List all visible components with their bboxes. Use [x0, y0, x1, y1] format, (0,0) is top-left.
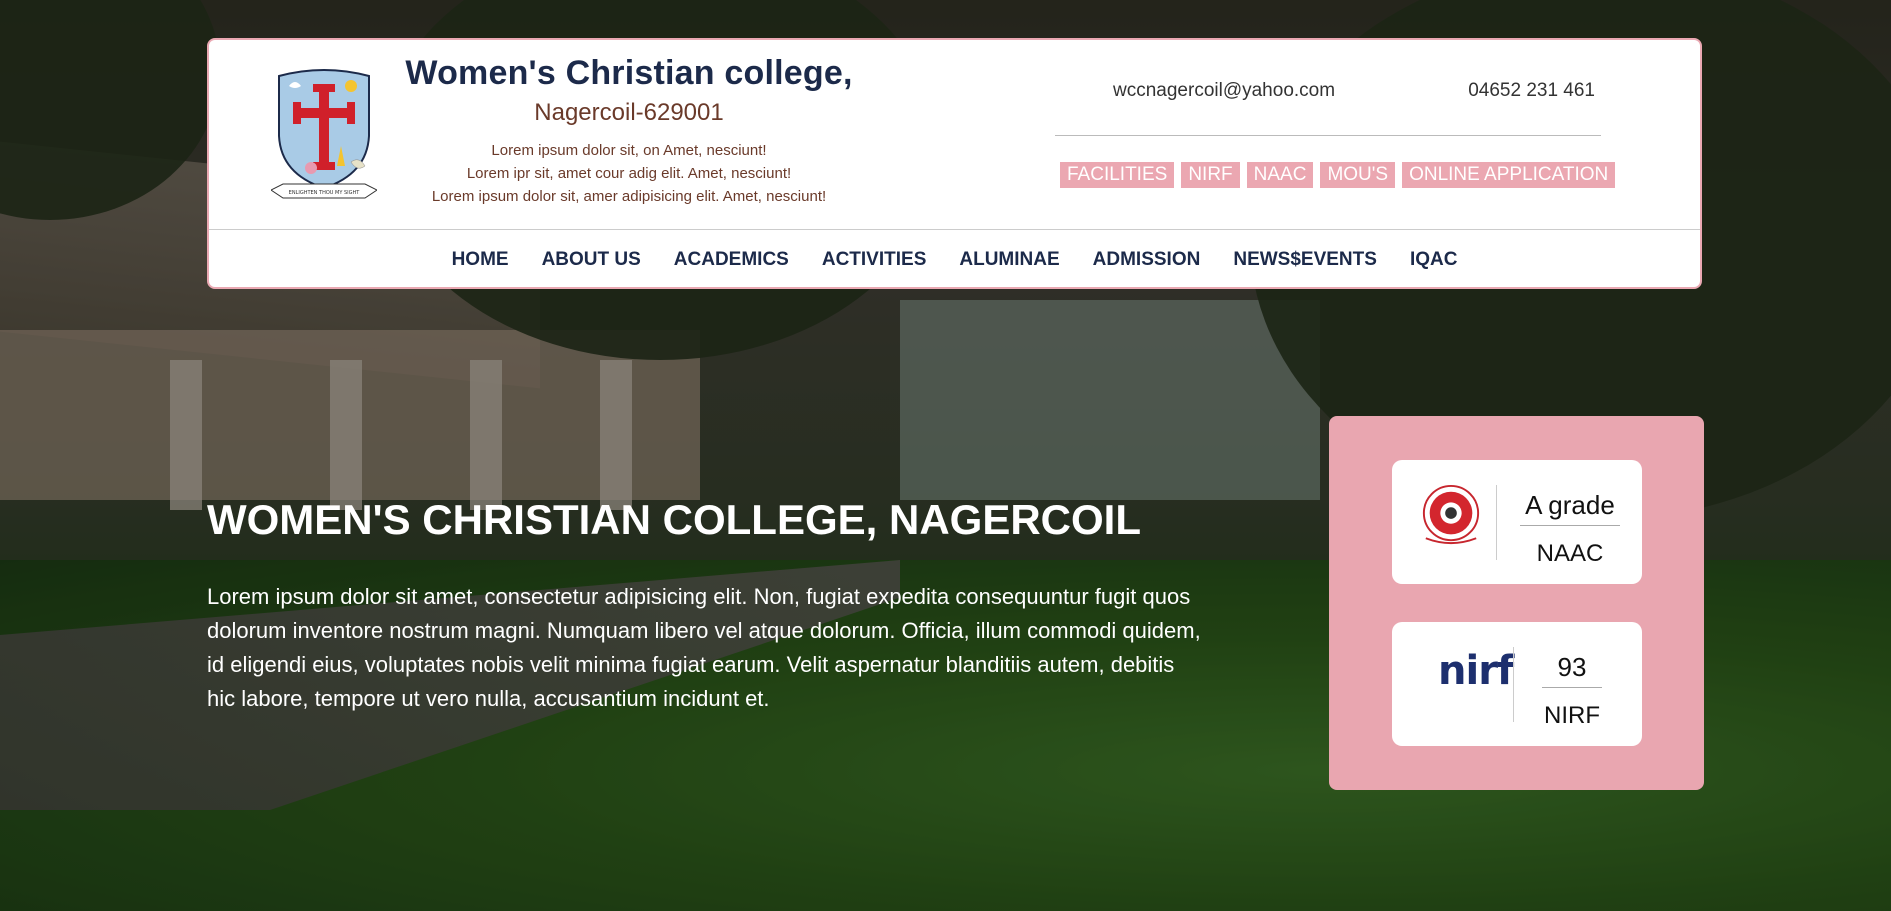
svg-text:ENLIGHTEN THOU MY SIGHT: ENLIGHTEN THOU MY SIGHT [289, 190, 361, 196]
hero-description: Lorem ipsum dolor sit amet, consectetur … [207, 584, 1201, 711]
tagline-line: Lorem ipsum dolor sit, amer adipisicing … [431, 188, 827, 205]
nirf-rank: 93 [1542, 652, 1602, 688]
hero-title: WOMEN'S CHRISTIAN COLLEGE, NAGERCOIL [207, 496, 1141, 543]
quick-links: FACILITIES NIRF NAAC MOU'S ONLINE APPLIC… [1060, 162, 1616, 188]
nav-home[interactable]: HOME [452, 249, 509, 271]
quick-link-online-application[interactable]: ONLINE APPLICATION [1402, 162, 1616, 188]
tagline-line: Lorem ipr sit, amet cour adig elit. Amet… [466, 165, 792, 182]
college-location: Nagercoil-629001 [534, 99, 724, 126]
nirf-label: NIRF [1544, 702, 1600, 729]
naac-label: NAAC [1536, 540, 1604, 567]
main-nav: HOME ABOUT US ACADEMICS ACTIVITIES ALUMI… [209, 230, 1700, 289]
contact-email[interactable]: wccnagercoil@yahoo.com [1113, 80, 1335, 102]
naac-card[interactable]: A grade NAAC [1392, 460, 1642, 584]
quick-link-facilities[interactable]: FACILITIES [1060, 162, 1175, 188]
nirf-logo-icon: nirf [1438, 648, 1514, 694]
nav-news-events[interactable]: NEWS$EVENTS [1233, 249, 1377, 271]
nirf-card[interactable]: nirf 93 NIRF [1392, 622, 1642, 746]
contact-phone[interactable]: 04652 231 461 [1468, 80, 1595, 102]
quick-link-nirf[interactable]: NIRF [1181, 162, 1240, 188]
nav-iqac[interactable]: IQAC [1410, 249, 1458, 271]
accreditation-panel: A grade NAAC nirf 93 NIRF [1329, 416, 1704, 790]
nav-admission[interactable]: ADMISSION [1093, 249, 1201, 271]
college-tagline: Lorem ipsum dolor sit, on Amet, nesciunt… [389, 139, 869, 208]
nav-aluminae[interactable]: ALUMINAE [959, 249, 1059, 271]
contact-bar: wccnagercoil@yahoo.com 04652 231 461 [1055, 80, 1601, 136]
tagline-line: Lorem ipsum dolor sit, on Amet, nesciunt… [491, 142, 767, 159]
college-crest-icon[interactable]: ENLIGHTEN THOU MY SIGHT [271, 66, 377, 204]
college-title-block: Women's Christian college, Nagercoil-629… [389, 54, 869, 208]
naac-grade: A grade [1520, 490, 1620, 526]
quick-link-naac[interactable]: NAAC [1246, 162, 1314, 188]
college-name: Women's Christian college, [405, 54, 853, 92]
quick-link-mous[interactable]: MOU'S [1320, 162, 1396, 188]
naac-seal-icon [1422, 484, 1480, 545]
site-header: ENLIGHTEN THOU MY SIGHT Women's Christia… [207, 38, 1702, 289]
nav-academics[interactable]: ACADEMICS [674, 249, 789, 271]
nav-about-us[interactable]: ABOUT US [542, 249, 641, 271]
nav-activities[interactable]: ACTIVITIES [822, 249, 927, 271]
